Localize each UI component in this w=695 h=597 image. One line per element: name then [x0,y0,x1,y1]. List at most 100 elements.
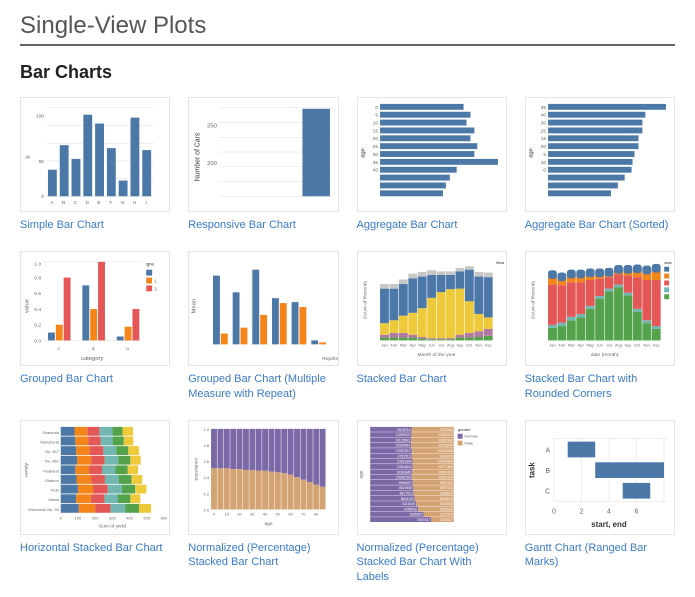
svg-text:date (month): date (month) [590,352,618,358]
svg-text:No. 462: No. 462 [45,458,59,463]
section-title: Bar Charts [20,62,675,83]
svg-text:Sep: Sep [624,342,632,347]
svg-text:Trebi: Trebi [50,487,59,492]
svg-text:1.0: 1.0 [34,262,41,268]
caption-gantt-chart[interactable]: Gantt Chart (Ranged Bar Marks) [525,541,675,571]
card-normalized-stacked-bar-labels[interactable]: 9518714975238010205024103822131012354310… [357,420,507,586]
svg-text:Dec: Dec [652,342,659,347]
thumb-aggregate-bar-sorted: 354030 251520 5100 age [525,97,675,212]
svg-text:No. 457: No. 457 [45,449,59,454]
svg-text:c: c [58,347,61,352]
svg-text:70: 70 [301,511,306,516]
caption-stacked-bar-rounded[interactable]: Stacked Bar Chart with Rounded Corners [525,372,675,402]
svg-text:0: 0 [543,168,546,174]
svg-text:Jul: Jul [438,342,443,347]
svg-text:5123075: 5123075 [439,496,452,500]
svg-text:0: 0 [213,511,216,516]
svg-text:0.6: 0.6 [204,459,210,464]
svg-text:0.4: 0.4 [204,475,210,480]
caption-responsive-bar[interactable]: Responsive Bar Chart [188,218,338,233]
svg-text:10514844: 10514844 [396,464,411,468]
svg-text:3385667: 3385667 [409,512,422,516]
svg-text:Jun: Jun [596,342,602,347]
svg-text:0: 0 [60,515,63,520]
svg-text:May: May [418,342,425,347]
caption-aggregate-bar-sorted[interactable]: Aggregate Bar Chart (Sorted) [525,218,675,233]
svg-text:1474017: 1474017 [439,518,452,522]
svg-text:400: 400 [126,515,133,520]
svg-text:15: 15 [540,136,546,142]
svg-text:1: 1 [154,278,157,284]
svg-text:Svansota: Svansota [42,429,59,434]
caption-aggregate-bar[interactable]: Aggregate Bar Chart [357,218,507,233]
svg-text:1927375: 1927375 [439,512,452,516]
caption-stacked-bar[interactable]: Stacked Bar Chart [357,372,507,387]
svg-text:5: 5 [375,113,378,119]
svg-text:60: 60 [289,511,294,516]
svg-text:5: 5 [543,152,546,158]
svg-text:0.6: 0.6 [34,291,41,297]
svg-text:Aug: Aug [615,342,622,347]
svg-text:H: H [133,200,137,206]
svg-text:10042092: 10042092 [437,459,452,463]
svg-text:8519458: 8519458 [399,486,412,490]
svg-text:B: B [62,200,66,206]
svg-text:10698784: 10698784 [395,475,410,479]
svg-text:wea: wea [663,260,672,265]
svg-text:Dec: Dec [484,342,491,347]
caption-normalized-stacked-bar-labels[interactable]: Normalized (Percentage) Stacked Bar Char… [357,541,507,586]
card-responsive-bar[interactable]: 250200 Number of Cars Responsive Bar Cha… [188,97,338,233]
svg-text:age: age [359,470,364,478]
svg-text:4355436: 4355436 [404,507,417,511]
svg-text:Nov: Nov [475,342,482,347]
svg-text:1.0: 1.0 [204,426,210,431]
card-gantt-chart[interactable]: ABC 024 6 task start, end Gantt Chart (R… [525,420,675,586]
svg-text:25: 25 [372,144,378,150]
svg-text:b: b [25,155,31,159]
card-simple-bar[interactable]: ABC DEF GHI 050100 b a Simple Bar Chart [20,97,170,233]
svg-text:Jul: Jul [606,342,611,347]
svg-text:0.2: 0.2 [204,491,209,496]
svg-text:0: 0 [375,105,378,111]
card-aggregate-bar-sorted[interactable]: 354030 251520 5100 age Aggregate Bar Cha… [525,97,675,233]
caption-normalized-stacked-bar[interactable]: Normalized (Percentage) Stacked Bar Char… [188,541,338,571]
svg-text:Month of the year: Month of the year [417,352,456,358]
svg-text:500: 500 [143,515,150,520]
card-grouped-bar[interactable]: 0.00.20.4 0.60.81.0 cdu value category g… [20,251,170,402]
svg-text:9761516: 9761516 [397,454,410,458]
thumb-responsive-bar: 250200 Number of Cars [188,97,338,212]
card-grouped-bar-repeat[interactable]: Mean Rep/Err Grouped Bar Chart (Multiple… [188,251,338,402]
svg-text:9939470: 9939470 [439,454,452,458]
svg-text:E: E [97,200,101,206]
svg-text:10123543: 10123543 [395,438,410,442]
svg-text:9752380: 9752380 [439,427,452,431]
card-aggregate-bar[interactable]: 0510 152025 303540 age Aggregate Bar Cha… [357,97,507,233]
svg-text:Velvet: Velvet [48,497,60,502]
caption-grouped-bar-repeat[interactable]: Grouped Bar Chart (Multiple Measure with… [188,372,338,402]
svg-text:Mar: Mar [399,342,406,347]
caption-grouped-bar[interactable]: Grouped Bar Chart [20,372,170,387]
svg-text:May: May [586,342,593,347]
svg-text:Wea: Wea [496,260,505,265]
svg-text:Number of Cars: Number of Cars [195,132,202,181]
caption-horizontal-stacked-bar[interactable]: Horizontal Stacked Bar Chart [20,541,170,556]
svg-text:10324944: 10324944 [395,443,410,447]
svg-text:10: 10 [225,511,230,516]
svg-text:a: a [98,210,102,211]
svg-text:0.2: 0.2 [34,323,41,329]
svg-text:30: 30 [250,511,255,516]
svg-text:A: A [545,447,550,454]
card-stacked-bar-rounded[interactable]: JanFebMarAprMayJunJulAugSepOctNovDecdate… [525,251,675,402]
svg-text:0: 0 [41,194,44,200]
svg-text:category: category [81,356,104,362]
caption-simple-bar[interactable]: Simple Bar Chart [20,218,170,233]
svg-text:Mar: Mar [568,342,575,347]
svg-text:30: 30 [540,121,546,127]
svg-text:Count of Records: Count of Records [362,280,368,319]
svg-text:Nov: Nov [643,342,650,347]
svg-text:Female: Female [464,433,477,438]
card-stacked-bar[interactable]: JanFebMarAprMayJunJulAugSepOctNovDecMont… [357,251,507,402]
svg-text:6: 6 [634,508,638,515]
card-horizontal-stacked-bar[interactable]: SvansotaManchuriaNo. 457No. 462PeatlandG… [20,420,170,586]
card-normalized-stacked-bar[interactable]: 0.00.20.40.60.81.001020304050607080popul… [188,420,338,586]
